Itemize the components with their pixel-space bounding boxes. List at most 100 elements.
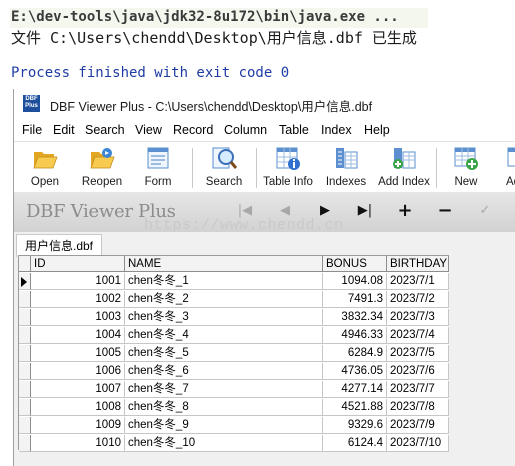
cell-name[interactable]: chen冬冬_5 xyxy=(125,345,323,362)
row-indicator[interactable] xyxy=(19,435,31,452)
folder-open-icon xyxy=(33,152,58,169)
cell-id[interactable]: 1010 xyxy=(31,435,125,452)
cell-name[interactable]: chen冬冬_9 xyxy=(125,417,323,434)
table-row[interactable]: 1006 chen冬冬_6 4736.05 2023/7/6 xyxy=(19,363,449,380)
toolbar-separator xyxy=(436,148,437,188)
title-bar[interactable]: DBF Plus DBF Viewer Plus - C:\Users\chen… xyxy=(14,89,515,119)
cell-name[interactable]: chen冬冬_7 xyxy=(125,381,323,398)
menu-index[interactable]: Index xyxy=(321,123,352,137)
row-indicator[interactable] xyxy=(19,417,31,434)
search-label: Search xyxy=(205,176,243,188)
cell-id[interactable]: 1002 xyxy=(31,291,125,308)
new-record-button[interactable]: New xyxy=(444,144,488,190)
column-header-bonus[interactable]: BONUS xyxy=(323,256,387,272)
row-indicator[interactable] xyxy=(19,345,31,362)
menu-view[interactable]: View xyxy=(135,123,162,137)
console-exit-line: Process finished with exit code 0 xyxy=(11,65,290,81)
menu-help[interactable]: Help xyxy=(364,123,390,137)
cell-id[interactable]: 1006 xyxy=(31,363,125,380)
table-info-button[interactable]: Table Info xyxy=(260,144,316,190)
cell-birthday[interactable]: 2023/7/7 xyxy=(387,381,449,398)
indexes-label: Indexes xyxy=(325,176,367,188)
console-output-line: 文件 C:\Users\chendd\Desktop\用户信息.dbf 已生成 xyxy=(11,29,417,47)
row-indicator[interactable] xyxy=(19,399,31,416)
menu-file[interactable]: File xyxy=(22,123,42,137)
tab-file[interactable]: 用户信息.dbf xyxy=(16,234,103,257)
delete-record-icon[interactable]: − xyxy=(434,200,456,222)
cell-bonus[interactable]: 4946.33 xyxy=(323,327,387,344)
cell-name[interactable]: chen冬冬_10 xyxy=(125,435,323,452)
table-row[interactable]: 1003 chen冬冬_3 3832.34 2023/7/3 xyxy=(19,309,449,326)
cell-name[interactable]: chen冬冬_8 xyxy=(125,399,323,416)
table-row[interactable]: 1005 chen冬冬_5 6284.9 2023/7/5 xyxy=(19,345,449,362)
data-grid[interactable]: ID NAME BONUS BIRTHDAY 1001 chen冬冬_1 1094.… xyxy=(18,255,449,452)
cell-bonus[interactable]: 7491.3 xyxy=(323,291,387,308)
cell-birthday[interactable]: 2023/7/2 xyxy=(387,291,449,308)
add-record-icon[interactable]: + xyxy=(394,200,416,222)
add-record-button[interactable]: Ad xyxy=(496,144,515,190)
menu-table[interactable]: Table xyxy=(279,123,309,137)
indexes-button[interactable]: Indexes xyxy=(320,144,372,190)
row-indicator[interactable] xyxy=(19,273,31,290)
cell-bonus[interactable]: 4521.88 xyxy=(323,399,387,416)
cell-id[interactable]: 1007 xyxy=(31,381,125,398)
post-edit-icon[interactable]: ✓ xyxy=(474,200,496,222)
row-indicator[interactable] xyxy=(19,291,31,308)
row-indicator[interactable] xyxy=(19,309,31,326)
last-record-icon[interactable]: ▶| xyxy=(354,200,376,222)
cell-bonus[interactable]: 9329.6 xyxy=(323,417,387,434)
cell-name[interactable]: chen冬冬_4 xyxy=(125,327,323,344)
menu-edit[interactable]: Edit xyxy=(53,123,75,137)
table-row[interactable]: 1004 chen冬冬_4 4946.33 2023/7/4 xyxy=(19,327,449,344)
cell-id[interactable]: 1009 xyxy=(31,417,125,434)
table-row[interactable]: 1008 chen冬冬_8 4521.88 2023/7/8 xyxy=(19,399,449,416)
cell-bonus[interactable]: 1094.08 xyxy=(323,273,387,290)
cell-bonus[interactable]: 4736.05 xyxy=(323,363,387,380)
table-row[interactable]: 1001 chen冬冬_1 1094.08 2023/7/1 xyxy=(19,273,449,290)
column-header-id[interactable]: ID xyxy=(31,256,125,272)
table-row[interactable]: 1010 chen冬冬_10 6124.4 2023/7/10 xyxy=(19,435,449,452)
table-row[interactable]: 1009 chen冬冬_9 9329.6 2023/7/9 xyxy=(19,417,449,434)
window-title: DBF Viewer Plus - C:\Users\chendd\Deskto… xyxy=(50,100,373,114)
cell-id[interactable]: 1001 xyxy=(31,273,125,290)
cell-birthday[interactable]: 2023/7/5 xyxy=(387,345,449,362)
cell-bonus[interactable]: 6284.9 xyxy=(323,345,387,362)
cell-birthday[interactable]: 2023/7/10 xyxy=(387,435,449,452)
open-button[interactable]: Open xyxy=(20,144,70,190)
row-indicator[interactable] xyxy=(19,363,31,380)
cell-birthday[interactable]: 2023/7/6 xyxy=(387,363,449,380)
form-button[interactable]: Form xyxy=(134,144,182,190)
add-index-button[interactable]: Add Index xyxy=(376,144,432,190)
cell-name[interactable]: chen冬冬_2 xyxy=(125,291,323,308)
search-button[interactable]: Search xyxy=(200,144,248,190)
cell-birthday[interactable]: 2023/7/9 xyxy=(387,417,449,434)
menu-search[interactable]: Search xyxy=(85,123,125,137)
cell-birthday[interactable]: 2023/7/3 xyxy=(387,309,449,326)
cell-id[interactable]: 1008 xyxy=(31,399,125,416)
cell-birthday[interactable]: 2023/7/4 xyxy=(387,327,449,344)
cell-birthday[interactable]: 2023/7/1 xyxy=(387,273,449,290)
cell-id[interactable]: 1005 xyxy=(31,345,125,362)
reopen-label: Reopen xyxy=(81,176,123,188)
cell-name[interactable]: chen冬冬_3 xyxy=(125,309,323,326)
table-row[interactable]: 1007 chen冬冬_7 4277.14 2023/7/7 xyxy=(19,381,449,398)
menu-column[interactable]: Column xyxy=(224,123,267,137)
console-command-line: E:\dev-tools\java\jdk32-8u172\bin\java.e… xyxy=(11,9,399,25)
column-header-birthday[interactable]: BIRTHDAY xyxy=(387,256,449,272)
menu-record[interactable]: Record xyxy=(173,123,213,137)
column-header-name[interactable]: NAME xyxy=(125,256,323,272)
cell-name[interactable]: chen冬冬_6 xyxy=(125,363,323,380)
cell-id[interactable]: 1004 xyxy=(31,327,125,344)
cell-id[interactable]: 1003 xyxy=(31,309,125,326)
cell-bonus[interactable]: 6124.4 xyxy=(323,435,387,452)
menu-bar: File Edit Search View Record Column Tabl… xyxy=(14,119,515,142)
reopen-button[interactable]: Reopen xyxy=(74,144,130,190)
cell-bonus[interactable]: 4277.14 xyxy=(323,381,387,398)
cell-name[interactable]: chen冬冬_1 xyxy=(125,273,323,290)
table-row[interactable]: 1002 chen冬冬_2 7491.3 2023/7/2 xyxy=(19,291,449,308)
cell-birthday[interactable]: 2023/7/8 xyxy=(387,399,449,416)
cell-bonus[interactable]: 3832.34 xyxy=(323,309,387,326)
row-indicator[interactable] xyxy=(19,327,31,344)
form-label: Form xyxy=(144,176,172,188)
row-indicator[interactable] xyxy=(19,381,31,398)
